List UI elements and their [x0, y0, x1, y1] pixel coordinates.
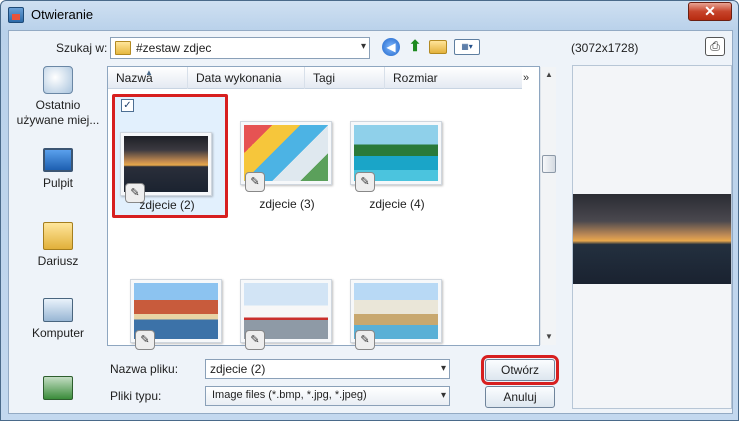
file-item[interactable]: ✎ [122, 279, 232, 350]
app-icon [8, 7, 24, 23]
edit-pen-icon: ✎ [355, 172, 375, 192]
file-type-value: Image files (*.bmp, *.jpg, *.jpeg) [212, 389, 367, 401]
file-type-dropdown[interactable]: Image files (*.bmp, *.jpg, *.jpeg) ▾ [205, 386, 450, 406]
sort-ascending-icon: ▲ [145, 68, 153, 77]
folder-icon [115, 41, 131, 55]
chevron-down-icon[interactable]: ▾ [361, 41, 366, 52]
preview-icon: ⎙ [710, 39, 720, 53]
recent-places-icon [43, 66, 73, 94]
column-label: Data wykonania [196, 71, 282, 85]
place-label: Komputer [31, 326, 85, 340]
thumbnail-frame: ✎ [240, 279, 332, 350]
open-dialog-window: Otwieranie ✕ Szukaj w: #zestaw zdjec ▾ ◀… [0, 0, 739, 421]
title-bar[interactable]: Otwieranie ✕ [1, 1, 738, 29]
look-in-label: Szukaj w: [56, 41, 108, 55]
column-label: Rozmiar [393, 71, 438, 85]
file-item[interactable]: ✎ [232, 279, 342, 350]
chevron-down-icon[interactable]: ▾ [441, 390, 446, 401]
column-tags[interactable]: Tagi [305, 67, 385, 89]
views-menu-button[interactable]: ▦▾ [454, 39, 480, 55]
place-label: Pulpit [42, 176, 74, 190]
thumbnail-frame: ✎ [120, 132, 212, 203]
place-user[interactable]: Dariusz [11, 222, 105, 269]
look-in-dropdown[interactable]: #zestaw zdjec ▾ [110, 37, 370, 59]
preview-image [573, 194, 731, 284]
network-icon [43, 376, 73, 400]
places-bar: Ostatnio używane miej... Pulpit Dariusz … [11, 66, 105, 410]
edit-pen-icon: ✎ [245, 330, 265, 350]
file-name-value[interactable]: zdjecie (2) [210, 362, 265, 376]
file-name-label: Nazwa pliku: [110, 362, 179, 376]
up-arrow-icon: ⬆ [408, 38, 422, 55]
file-list[interactable]: ▲ Nazwa Data wykonania Tagi Rozmiar » ✓ … [107, 66, 556, 350]
edit-pen-icon: ✎ [135, 330, 155, 350]
column-label: Tagi [313, 71, 336, 85]
back-button[interactable]: ◀ [382, 38, 400, 56]
dialog-client-area: Szukaj w: #zestaw zdjec ▾ ◀ ⬆ ▦▾ (3072x1… [8, 30, 733, 414]
thumbnail-frame: ✎ [350, 121, 442, 192]
thumbnail-frame: ✎ [130, 279, 222, 350]
window-title: Otwieranie [31, 7, 94, 22]
thumbnail-frame: ✎ [240, 121, 332, 192]
image-resolution: (3072x1728) [571, 41, 639, 55]
scroll-up-icon[interactable]: ▲ [541, 67, 557, 83]
thumbnail-frame: ✎ [350, 279, 442, 350]
new-folder-button[interactable] [429, 40, 447, 54]
close-button[interactable]: ✕ [688, 2, 732, 21]
file-name-label: zdjecie (2) [139, 198, 195, 212]
place-label: Ostatnio używane miej... [16, 98, 100, 127]
views-icon: ▦▾ [461, 42, 473, 51]
more-columns-button[interactable]: » [523, 72, 529, 84]
file-name-label: zdjecie (3) [259, 197, 315, 211]
computer-icon [43, 298, 73, 322]
desktop-icon [43, 148, 73, 172]
cancel-button[interactable]: Anuluj [485, 386, 555, 408]
vertical-scrollbar[interactable]: ▲ ▼ [540, 67, 556, 345]
file-item[interactable]: ✎ zdjecie (3) [232, 94, 342, 218]
chevron-down-icon[interactable]: ▾ [441, 363, 446, 374]
place-desktop[interactable]: Pulpit [11, 148, 105, 191]
edit-pen-icon: ✎ [245, 172, 265, 192]
up-folder-button[interactable]: ⬆ [406, 38, 424, 56]
place-label: Dariusz [37, 254, 79, 268]
look-in-value: #zestaw zdjec [136, 41, 212, 55]
scrollbar-thumb[interactable] [542, 155, 556, 173]
scroll-down-icon[interactable]: ▼ [541, 329, 557, 345]
file-item[interactable]: ✎ [342, 279, 452, 350]
edit-pen-icon: ✎ [355, 330, 375, 350]
close-icon: ✕ [704, 3, 716, 19]
file-item-selected[interactable]: ✓ ✎ zdjecie (2) [112, 94, 228, 218]
file-name-label: zdjecie (4) [369, 197, 425, 211]
column-date-taken[interactable]: Data wykonania [188, 67, 305, 89]
back-arrow-icon: ◀ [386, 40, 396, 54]
file-name-input[interactable]: zdjecie (2) ▾ [205, 359, 450, 379]
place-network[interactable] [11, 376, 105, 404]
column-name[interactable]: ▲ Nazwa [108, 67, 188, 89]
file-item[interactable]: ✎ zdjecie (4) [342, 94, 452, 218]
column-header: ▲ Nazwa Data wykonania Tagi Rozmiar » [108, 67, 529, 89]
place-computer[interactable]: Komputer [11, 298, 105, 341]
preview-pane [572, 65, 732, 409]
item-checkbox[interactable]: ✓ [121, 99, 134, 112]
place-recent[interactable]: Ostatnio używane miej... [11, 66, 105, 128]
open-button[interactable]: Otwórz [481, 355, 559, 385]
file-type-label: Pliki typu: [110, 389, 162, 403]
user-folder-icon [43, 222, 73, 250]
column-size[interactable]: Rozmiar [385, 67, 523, 89]
preview-toggle-button[interactable]: ⎙ [705, 37, 725, 56]
